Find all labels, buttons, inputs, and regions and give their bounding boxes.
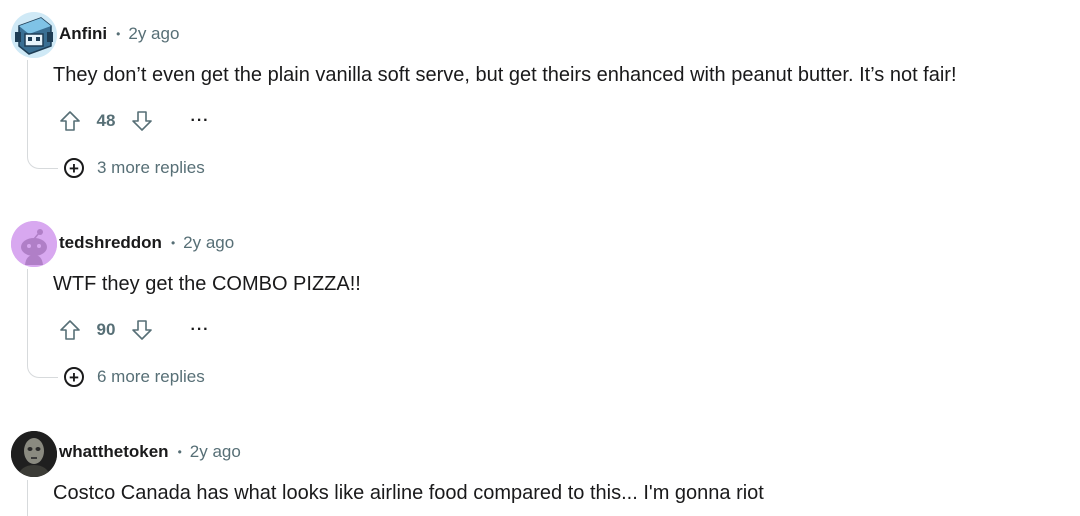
downvote-arrow-icon [132,111,152,131]
upvote-arrow-icon [60,111,80,131]
upvote-button[interactable] [56,316,84,344]
comment-actions: 90 ··· [56,314,214,346]
comment-timestamp[interactable]: 2y ago [190,442,241,462]
comment-timestamp[interactable]: 2y ago [128,24,179,44]
thread-connector [27,269,58,378]
user-avatar[interactable] [11,12,57,58]
user-avatar[interactable] [11,221,57,267]
more-replies-button[interactable]: + 6 more replies [64,367,205,387]
plus-circle-icon: + [64,367,84,387]
comment-body: Costco Canada has what looks like airlin… [53,482,764,504]
vote-score: 90 [96,320,116,339]
comment-timestamp[interactable]: 2y ago [183,233,234,253]
more-options-button[interactable]: ··· [186,107,214,135]
meta-separator: • [170,236,176,250]
comment-meta: whatthetoken • 2y ago [59,442,241,462]
comment-actions: 48 ··· [56,105,214,137]
upvote-button[interactable] [56,107,84,135]
more-options-button[interactable]: ··· [186,316,214,344]
robot-avatar-icon [11,12,57,58]
more-replies-label: 6 more replies [97,367,205,386]
meta-separator: • [116,27,121,41]
comment-meta: Anfini • 2y ago [59,24,179,44]
thread-connector [27,480,28,516]
upvote-arrow-icon [60,320,80,340]
plus-circle-icon: + [64,158,84,178]
comment-meta: tedshreddon • 2y ago [59,233,234,253]
vote-score: 48 [96,111,116,130]
snoo-avatar-icon [11,221,57,267]
comment-body: They don’t even get the plain vanilla so… [53,64,957,86]
downvote-button[interactable] [128,316,156,344]
username-link[interactable]: tedshreddon [59,233,162,253]
meta-separator: • [177,445,182,459]
comment-body: WTF they get the COMBO PIZZA!! [53,273,361,295]
downvote-arrow-icon [132,320,152,340]
username-link[interactable]: whatthetoken [59,442,169,462]
username-link[interactable]: Anfini [59,24,107,44]
downvote-button[interactable] [128,107,156,135]
more-replies-label: 3 more replies [97,158,205,177]
user-avatar[interactable] [11,431,57,477]
photo-avatar-icon [11,431,57,477]
more-replies-button[interactable]: + 3 more replies [64,158,205,178]
thread-connector [27,60,58,169]
